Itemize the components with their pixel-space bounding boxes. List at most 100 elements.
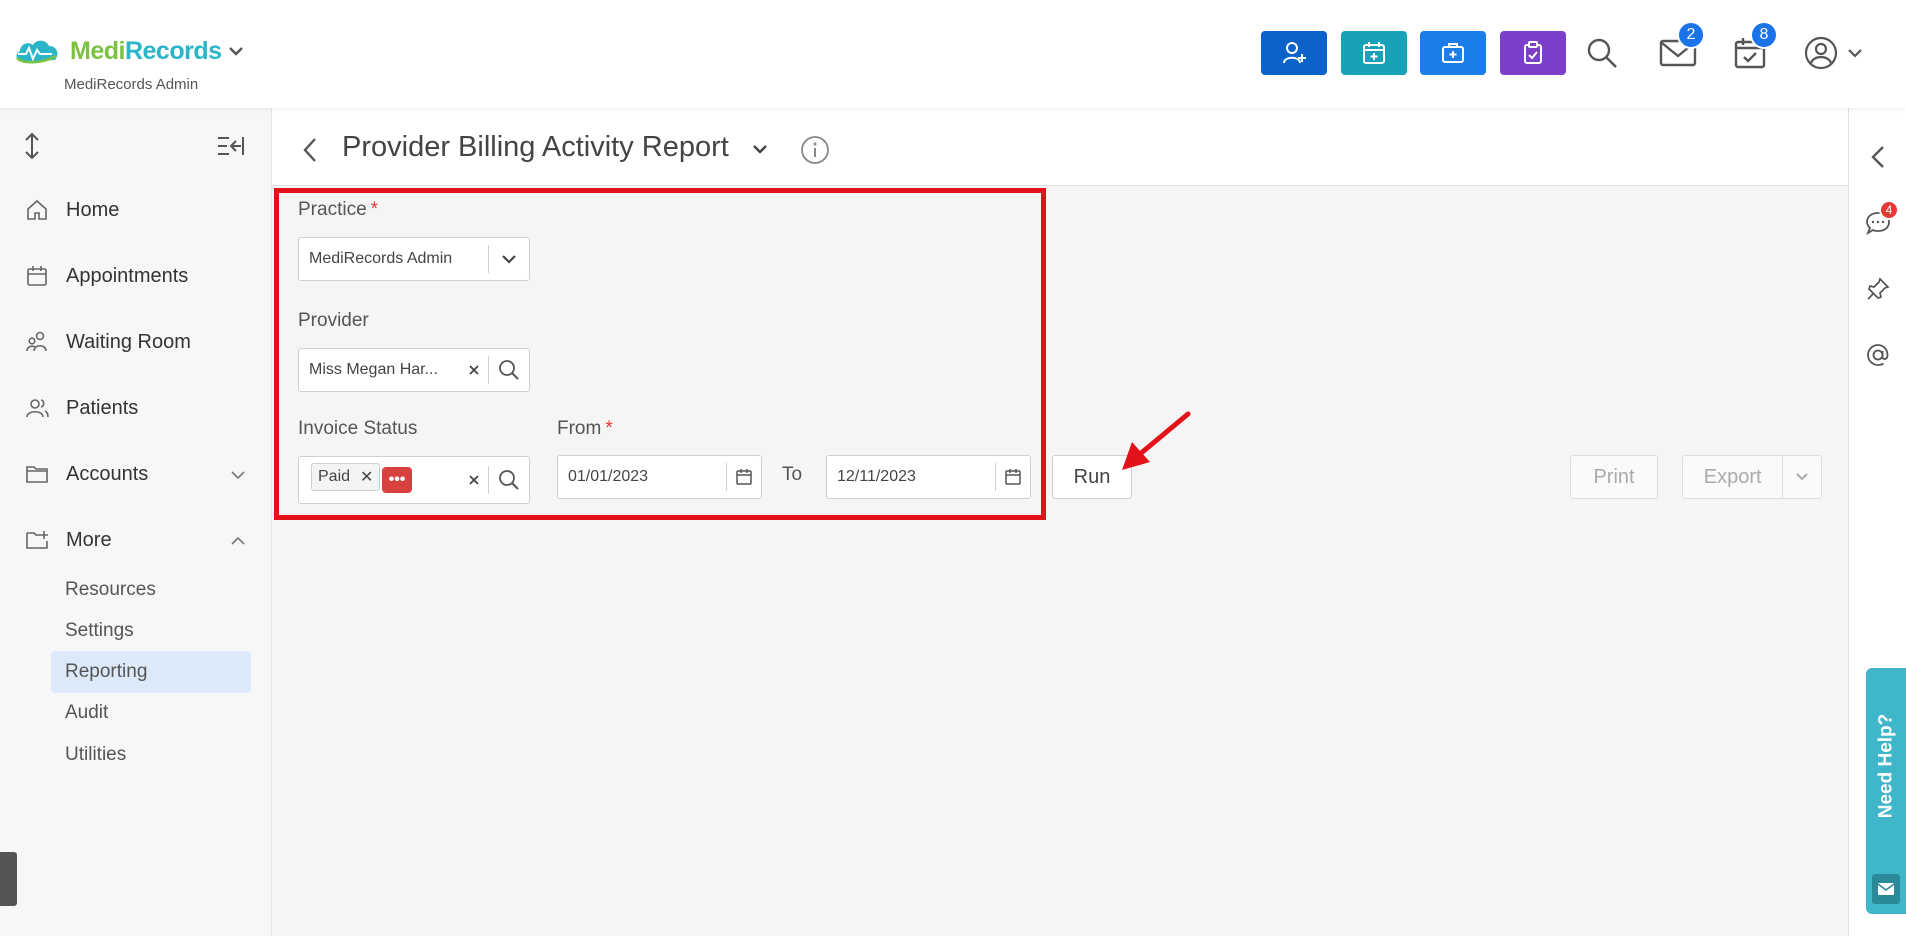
from-label: From * (557, 418, 613, 439)
practice-value: MediRecords Admin (309, 250, 453, 267)
sidebar-item-patients[interactable]: Patients (24, 388, 254, 428)
provider-field[interactable]: Miss Megan Har... (298, 348, 530, 392)
waiting-room-icon (24, 329, 50, 355)
cloud-logo-icon (16, 40, 58, 64)
medical-kit-icon (1442, 43, 1464, 63)
remove-tag-icon[interactable]: ✕ (360, 467, 373, 487)
tasks-badge: 8 (1750, 21, 1778, 49)
invoice-status-field[interactable]: Paid ✕ ••• (298, 456, 530, 504)
brand-logo[interactable]: MediRecords (12, 36, 222, 66)
required-mark: * (605, 418, 613, 439)
to-date-field[interactable]: 12/11/2023 (826, 455, 1031, 499)
print-button[interactable]: Print (1570, 455, 1658, 499)
sidebar-subitem-utilities[interactable]: Utilities (51, 734, 251, 776)
sidebar-subitem-settings[interactable]: Settings (51, 610, 251, 652)
sidebar: Home Appointments Waiting Room Patients … (0, 108, 272, 936)
export-button[interactable]: Export (1682, 455, 1822, 499)
chat-icon[interactable]: 4 (1863, 200, 1899, 238)
add-appointment-button[interactable] (1341, 31, 1407, 75)
chevron-down-icon (230, 463, 246, 486)
back-arrow-icon[interactable] (302, 136, 318, 169)
sidebar-item-more[interactable]: More (24, 520, 254, 560)
sidebar-item-accounts[interactable]: Accounts (24, 454, 254, 494)
folder-icon (24, 461, 50, 487)
from-date-value: 01/01/2023 (568, 468, 649, 485)
practice-label: Practice * (298, 199, 379, 220)
side-drawer-tab[interactable] (0, 852, 17, 906)
more-tags-pill[interactable]: ••• (382, 467, 412, 493)
practice-select[interactable]: MediRecords Admin (298, 237, 530, 281)
from-date-field[interactable]: 01/01/2023 (557, 455, 762, 499)
provider-label: Provider (298, 310, 369, 331)
calendar-icon[interactable] (996, 456, 1030, 498)
search-button[interactable] (1579, 30, 1625, 76)
chevron-up-icon (230, 529, 246, 552)
page-title: Provider Billing Activity Report (342, 131, 729, 163)
messages-button[interactable]: 2 (1655, 21, 1705, 76)
add-appointment-icon (1363, 42, 1385, 64)
export-label: Export (1703, 465, 1762, 488)
chevron-down-icon (1848, 49, 1862, 58)
need-help-tab[interactable]: Need Help? (1866, 668, 1906, 914)
sidebar-subitem-resources[interactable]: Resources (51, 569, 251, 611)
home-icon (24, 197, 50, 223)
add-patient-button[interactable] (1261, 31, 1327, 75)
expand-vertical-icon[interactable] (21, 132, 43, 165)
sidebar-item-home[interactable]: Home (24, 190, 254, 230)
add-patient-icon (1283, 42, 1306, 64)
search-icon[interactable] (489, 457, 529, 503)
sidebar-item-label: Patients (66, 396, 139, 419)
report-title-bar: Provider Billing Activity Report (272, 108, 1848, 186)
clear-provider-icon[interactable] (460, 349, 488, 391)
status-tag-label: Paid (318, 468, 351, 485)
clipboard-check-icon (1524, 41, 1542, 64)
required-mark: * (370, 199, 379, 220)
sidebar-item-appointments[interactable]: Appointments (24, 256, 254, 296)
top-bar: MediRecords MediRecords Admin 2 8 (0, 0, 1906, 108)
search-icon[interactable] (489, 349, 529, 391)
user-menu-button[interactable] (1798, 30, 1870, 76)
tasks-button[interactable]: 8 (1727, 21, 1778, 76)
need-help-label: Need Help? (1875, 713, 1896, 819)
sidebar-item-waiting-room[interactable]: Waiting Room (24, 322, 254, 362)
chevron-left-icon[interactable] (1863, 142, 1893, 172)
sidebar-item-label: Accounts (66, 462, 149, 485)
practice-switch-chevron-icon[interactable] (228, 44, 244, 62)
user-avatar-icon (1804, 36, 1838, 70)
status-tag-paid: Paid ✕ (311, 463, 381, 491)
brand-records: Records (124, 36, 222, 65)
folder-plus-icon (24, 527, 50, 553)
practice-name: MediRecords Admin (64, 76, 199, 93)
sidebar-item-label: More (66, 528, 112, 551)
collapse-sidebar-icon[interactable] (216, 134, 244, 163)
sidebar-item-label: Appointments (66, 264, 189, 287)
messages-badge: 2 (1677, 21, 1705, 49)
chevron-down-icon[interactable] (489, 238, 529, 280)
pin-icon[interactable] (1863, 274, 1893, 304)
medical-kit-button[interactable] (1420, 31, 1486, 75)
clear-status-icon[interactable] (460, 457, 488, 503)
patients-icon (24, 395, 50, 421)
invoice-status-label: Invoice Status (298, 418, 418, 439)
sidebar-item-label: Waiting Room (66, 330, 191, 353)
sidebar-item-label: Home (66, 198, 120, 221)
sidebar-subitem-audit[interactable]: Audit (51, 692, 251, 734)
calendar-icon (24, 263, 50, 289)
at-mention-icon[interactable] (1863, 340, 1893, 370)
to-date-value: 12/11/2023 (837, 468, 916, 485)
provider-value: Miss Megan Har... (309, 361, 438, 378)
help-envelope-icon (1872, 874, 1900, 904)
report-switch-chevron-icon[interactable] (752, 142, 768, 160)
info-icon[interactable] (800, 135, 830, 170)
clipboard-button[interactable] (1500, 31, 1566, 75)
annotation-arrow-icon (1122, 411, 1191, 470)
sidebar-toolbar (0, 128, 272, 164)
sidebar-subitem-reporting[interactable]: Reporting (51, 651, 251, 693)
calendar-icon[interactable] (727, 456, 761, 498)
chat-badge: 4 (1879, 200, 1899, 220)
to-label: To (782, 464, 803, 485)
brand-name: MediRecords (70, 37, 222, 66)
chevron-down-icon[interactable] (1783, 472, 1821, 482)
main-content: Provider Billing Activity Report Practic… (272, 108, 1848, 936)
brand-medi: Medi (70, 36, 125, 65)
